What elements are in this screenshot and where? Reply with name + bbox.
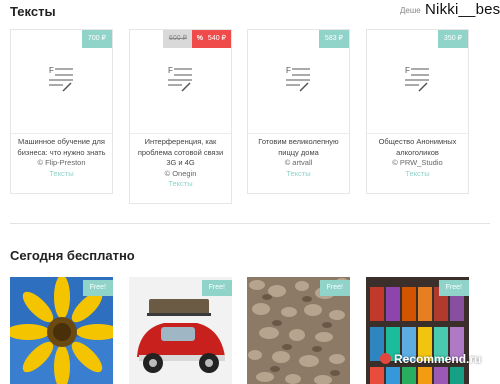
price-badge: 700 ₽ bbox=[81, 30, 112, 48]
document-icon: F bbox=[168, 66, 192, 92]
sale-price: 540 ₽ bbox=[207, 35, 226, 42]
card-author[interactable]: © artvall bbox=[251, 158, 346, 169]
watermark-username: Nikki__best bbox=[425, 1, 500, 18]
free-item-red-car[interactable]: Free! bbox=[129, 277, 232, 384]
text-card[interactable]: 600 ₽ % 540 ₽ F Интерференция, как пробле… bbox=[129, 29, 232, 204]
free-badge: Free! bbox=[82, 280, 113, 296]
document-icon: F bbox=[286, 66, 310, 92]
recommend-logo-icon bbox=[380, 353, 391, 364]
document-icon: F bbox=[49, 66, 73, 92]
price-badge: 350 ₽ bbox=[437, 30, 468, 48]
free-badge: Free! bbox=[319, 280, 350, 296]
section-title-free: Сегодня бесплатно bbox=[10, 248, 135, 263]
svg-text:F: F bbox=[286, 66, 291, 75]
sort-link[interactable]: Деше bbox=[400, 6, 421, 15]
card-category[interactable]: Тексты bbox=[251, 169, 346, 180]
percent-icon: % bbox=[196, 35, 203, 42]
card-category[interactable]: Тексты bbox=[14, 169, 109, 180]
price-badge: 583 ₽ bbox=[318, 30, 349, 48]
card-author[interactable]: © Flip-Preston bbox=[14, 158, 109, 169]
svg-text:F: F bbox=[49, 66, 54, 75]
free-badge: Free! bbox=[438, 280, 469, 296]
card-author[interactable]: © Onegin bbox=[133, 169, 228, 180]
sale-price-badge: % 540 ₽ bbox=[191, 30, 231, 48]
card-divider bbox=[367, 133, 468, 134]
free-item-sunflower[interactable]: Free! bbox=[10, 277, 113, 384]
card-divider bbox=[248, 133, 349, 134]
svg-text:F: F bbox=[168, 66, 173, 75]
card-category[interactable]: Тексты bbox=[370, 169, 465, 180]
section-title-texts: Тексты bbox=[10, 4, 56, 19]
card-divider bbox=[130, 133, 231, 134]
free-item-pebbles[interactable]: Free! bbox=[247, 277, 350, 384]
card-title[interactable]: Интерференция, как проблема сотовой связ… bbox=[133, 137, 228, 169]
free-badge: Free! bbox=[201, 280, 232, 296]
document-icon: F bbox=[405, 66, 429, 92]
recommend-watermark: Recommend.ru bbox=[380, 352, 481, 366]
text-card[interactable]: 350 ₽ F Общество Анонимных алкоголиков ©… bbox=[366, 29, 469, 194]
text-card[interactable]: 700 ₽ F Машинное обучение для бизнеса: ч… bbox=[10, 29, 113, 194]
text-card[interactable]: 583 ₽ F Готовим великолепную пиццу дома … bbox=[247, 29, 350, 194]
card-title[interactable]: Готовим великолепную пиццу дома bbox=[251, 137, 346, 158]
recommend-text: Recommend.ru bbox=[394, 352, 482, 366]
svg-text:F: F bbox=[405, 66, 410, 75]
card-title[interactable]: Машинное обучение для бизнеса: что нужно… bbox=[14, 137, 109, 158]
section-divider bbox=[10, 223, 490, 224]
card-divider bbox=[11, 133, 112, 134]
free-item-thread-spools[interactable]: Free! bbox=[366, 277, 469, 384]
card-author[interactable]: © PRW_Studio bbox=[370, 158, 465, 169]
card-category[interactable]: Тексты bbox=[133, 179, 228, 190]
card-title[interactable]: Общество Анонимных алкоголиков bbox=[370, 137, 465, 158]
old-price: 600 ₽ bbox=[162, 30, 193, 48]
